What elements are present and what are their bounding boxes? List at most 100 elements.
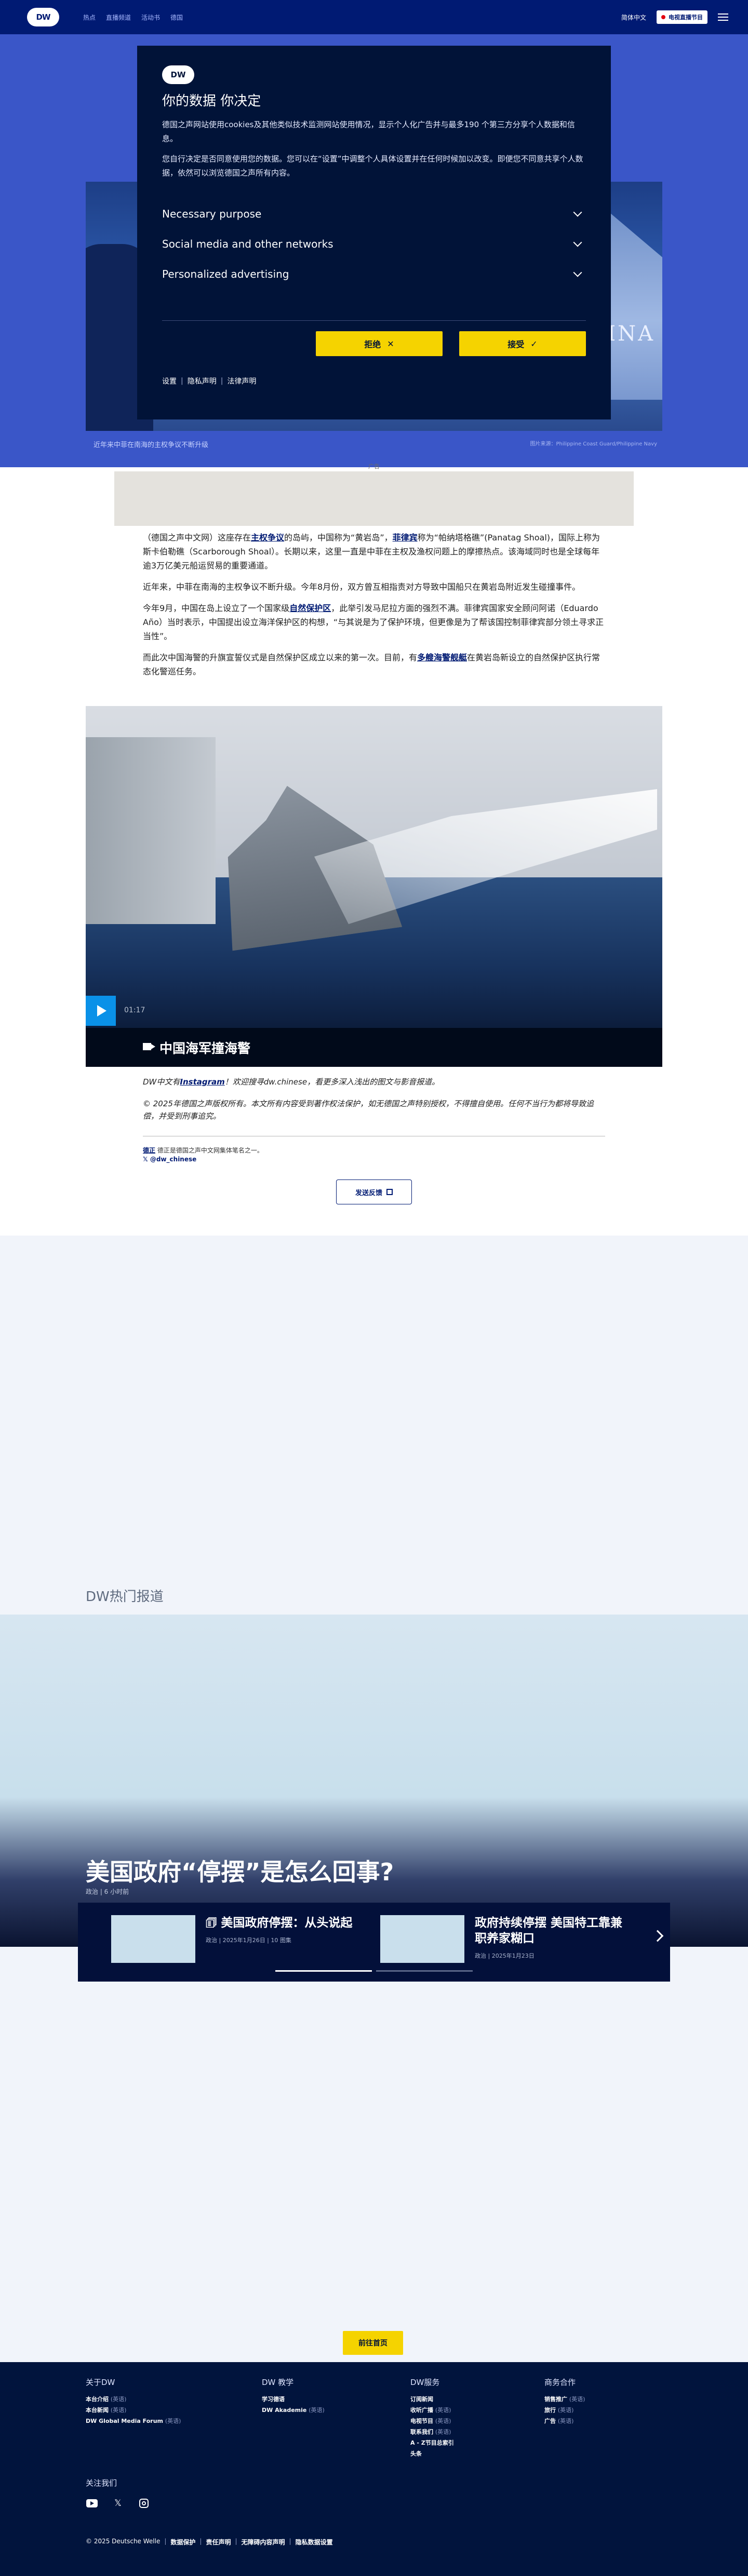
check-icon: ✓ [530,338,538,349]
close-icon: ✕ [387,338,394,349]
divider: | [164,2538,167,2545]
carousel-progress[interactable] [376,1970,473,1972]
carousel-card[interactable]: 政府持续停摆 美国特工靠兼职养家糊口 政治 | 2025年1月23日 [380,1915,625,1963]
reject-label: 拒绝 [364,340,381,349]
carousel-card[interactable]: 🗊 美国政府停摆：从头说起 政治 | 2025年1月26日 | 10 图集 [111,1915,356,1963]
nav-item[interactable]: 活动书 [141,13,160,22]
footer-link[interactable]: A - Z节目总索引 [410,2438,454,2447]
coast-guard-ships-link[interactable]: 多艘海警舰艇 [417,653,467,662]
video-caption-bar: 中国海军撞海警 [86,1028,662,1067]
accordion-personalized-ads[interactable]: Personalized advertising [162,259,586,289]
live-tv-button[interactable]: 电视直播节目 [657,10,707,24]
accessibility-link[interactable]: 无障碍内容声明 [242,2538,285,2546]
nav-item[interactable]: 热点 [83,13,96,22]
card-meta: 政治 | 2025年1月23日 [475,1953,535,1959]
legal-link[interactable]: 法律声明 [227,376,256,386]
dw-logo: DW [162,65,194,84]
philippines-link[interactable]: 菲律宾 [393,533,418,543]
divider: | [199,2538,202,2545]
section-title: DW热门报道 [86,1589,164,1605]
footer-col-business: 商务合作 销售推广 (英语) 旅行 (英语) 广告 (英语) [544,2377,585,2428]
dialog-links: 设置 | 隐私声明 | 法律声明 [162,376,586,386]
carousel-progress-active[interactable] [275,1970,372,1972]
data-protection-link[interactable]: 数据保护 [170,2538,195,2546]
hot-story-headline[interactable]: 美国政府“停摆”是怎么回事? [86,1853,394,1888]
footer-link[interactable]: 收听广播 (英语) [410,2406,454,2414]
reject-button[interactable]: 拒绝 ✕ [316,331,443,356]
footer-link[interactable]: 电视节目 (英语) [410,2417,454,2425]
instagram-note: DW中文有Instagram！欢迎搜寻dw.chinese，看更多深入浅出的图文… [143,1077,440,1087]
play-icon [97,1005,106,1016]
copyright-note: © 2025年德国之声版权所有。本文所有内容受到著作权法保护，如无德国之声特别授… [143,1099,594,1121]
author-x-handle[interactable]: 𝕏 @dw_chinese [143,1156,605,1163]
disclaimer-link[interactable]: 责任声明 [206,2538,231,2546]
footer-bottom-links: © 2025 Deutsche Welle | 数据保护 | 责任声明 | 无障… [86,2538,333,2546]
accept-label: 接受 [507,340,525,349]
footer-link[interactable]: 联系我们 (英语) [410,2428,454,2436]
footer-link[interactable]: 头条 [410,2449,454,2458]
footer-link[interactable]: 学习德语 [262,2395,325,2403]
card-title: 🗊 美国政府停摆：从头说起 [206,1916,353,1930]
x-icon[interactable]: 𝕏 [112,2498,124,2509]
instagram-link[interactable]: Instagram [180,1077,224,1087]
nav-item[interactable]: 直播频道 [106,13,131,22]
hot-story-image[interactable] [0,1615,748,1947]
dialog-title: 你的数据 你决定 [162,93,261,109]
footer-link[interactable]: DW Global Media Forum (英语) [86,2417,181,2425]
divider: | [235,2538,237,2545]
top-nav: 热点 直播频道 活动书 德国 [83,13,183,22]
accordion-label: Social media and other networks [162,238,333,250]
accordion-social-media[interactable]: Social media and other networks [162,229,586,259]
footer-col-services: DW服务 订阅新闻 收听广播 (英语) 电视节目 (英语) 联系我们 (英语) … [410,2377,454,2460]
article-body: （德国之声中文网）这座存在主权争议的岛屿，中国称为“黄岩岛”，菲律宾称为“帕纳塔… [143,531,605,686]
privacy-settings-link[interactable]: 隐私数据设置 [296,2538,333,2546]
feedback-label: 发送反馈 [355,1189,382,1197]
sovereignty-link[interactable]: 主权争议 [251,533,284,543]
accept-button[interactable]: 接受 ✓ [459,331,586,356]
author-name[interactable]: 德正 [143,1147,155,1154]
feedback-button[interactable]: 发送反馈 [336,1179,412,1204]
card-thumbnail [380,1915,464,1963]
footer-link[interactable]: 订阅新闻 [410,2395,454,2403]
footer-col-title: 商务合作 [544,2378,576,2387]
dw-logo[interactable]: DW [27,8,59,26]
footer-link[interactable]: 销售推广 (英语) [544,2395,585,2403]
language-selector[interactable]: 简体中文 [621,13,646,22]
video-camera-icon [143,1043,155,1050]
article-paragraph: （德国之声中文网）这座存在主权争议的岛屿，中国称为“黄岩岛”，菲律宾称为“帕纳塔… [143,533,600,571]
privacy-link[interactable]: 隐私声明 [188,376,217,386]
ad-label: 广告 [368,463,380,470]
play-button[interactable] [86,996,116,1026]
follow-us-title: 关注我们 [86,2478,117,2488]
menu-icon[interactable] [718,13,728,21]
footer-link[interactable]: 本台介绍 (英语) [86,2395,181,2403]
dialog-intro-2: 您自行决定是否同意使用您的数据。您可以在“设置”中调整个人具体设置并在任何时候加… [162,154,583,178]
chevron-down-icon [573,208,582,217]
youtube-icon[interactable] [86,2498,98,2509]
footer-link[interactable]: 旅行 (英语) [544,2406,585,2414]
nature-reserve-link[interactable]: 自然保护区 [289,603,331,613]
home-button[interactable]: 前往首页 [343,2331,403,2355]
hot-story-meta: 政治 | 6 小时前 [86,1888,129,1895]
footer: 关于DW 本台介绍 (英语) 本台新闻 (英语) DW Global Media… [0,2362,748,2576]
nav-item[interactable]: 德国 [170,13,183,22]
chevron-down-icon [573,238,582,247]
accordion-necessary[interactable]: Necessary purpose [162,199,586,229]
article-paragraph: 近年来，中菲在南海的主权争议不断升级。今年8月份，双方曾互相指责对方导致中国船只… [143,582,581,592]
card-thumbnail [111,1915,195,1963]
cookie-consent-dialog: DW 你的数据 你决定 德国之声网站使用cookies及其他类似技术监测网站使用… [137,46,611,419]
consent-accordion: Necessary purpose Social media and other… [162,199,586,289]
article-notes: DW中文有Instagram！欢迎搜寻dw.chinese，看更多深入浅出的图文… [143,1076,605,1132]
settings-link[interactable]: 设置 [162,376,177,386]
footer-link[interactable]: DW Akademie (英语) [262,2406,325,2414]
video-player[interactable]: 01:17 中国海军撞海警 [86,706,662,1067]
accordion-label: Personalized advertising [162,268,289,280]
author-role: 德正是德国之声中文网集体笔名之一。 [157,1147,263,1154]
footer-link[interactable]: 本台新闻 (英语) [86,2406,181,2414]
footer-link[interactable]: 广告 (英语) [544,2417,585,2425]
divider: | [289,2538,291,2545]
gallery-icon: 🗊 [206,1916,221,1930]
instagram-icon[interactable] [138,2498,150,2509]
dialog-intro: 德国之声网站使用cookies及其他类似技术监测网站使用情况，显示个人化广告并与… [162,120,575,143]
chevron-right-icon[interactable] [651,1930,664,1942]
